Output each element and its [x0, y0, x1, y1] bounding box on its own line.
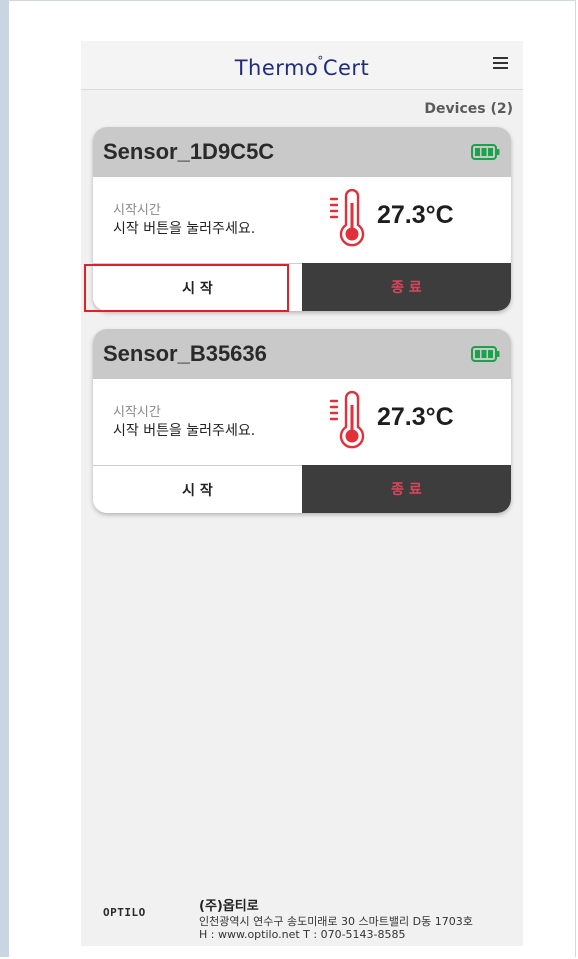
start-button[interactable]: 시 작 — [93, 465, 302, 513]
battery-full-icon — [471, 346, 500, 362]
app-bar: Thermo°Cert — [81, 41, 523, 90]
sensor-name: Sensor_1D9C5C — [103, 139, 275, 164]
screenshot-frame: Thermo°Cert Devices (2) Sensor_1D9C5C 시작… — [0, 0, 576, 957]
thermometer-icon — [329, 189, 365, 247]
start-time-value: 시작 버튼을 눌러주세요. — [113, 423, 256, 439]
temperature-value: 27.3°C — [377, 201, 454, 229]
device-card-header: Sensor_B35636 — [93, 329, 511, 379]
logo-text-thermo: Thermo — [234, 56, 319, 80]
app-screen: Thermo°Cert Devices (2) Sensor_1D9C5C 시작… — [81, 41, 523, 946]
optilo-logo: OPTILO — [103, 906, 146, 919]
device-card: Sensor_B35636 시작시간 시작 버튼을 눌러주세요. 27.3°C … — [93, 329, 511, 513]
thermocert-logo: Thermo°Cert — [81, 54, 523, 80]
stop-button[interactable]: 종 료 — [302, 263, 511, 311]
thermometer-icon — [329, 391, 365, 449]
start-button[interactable]: 시 작 — [93, 263, 302, 311]
company-address: 인천광역시 연수구 송도미래로 30 스마트밸리 D동 1703호 — [199, 915, 473, 928]
device-card: Sensor_1D9C5C 시작시간 시작 버튼을 눌러주세요. 27.3°C … — [93, 127, 511, 311]
battery-full-icon — [471, 144, 500, 160]
device-card-body: 시작시간 시작 버튼을 눌러주세요. 27.3°C — [93, 379, 511, 465]
temperature-value: 27.3°C — [377, 403, 454, 431]
hamburger-menu-icon[interactable] — [493, 55, 511, 71]
device-action-row: 시 작 종 료 — [93, 263, 511, 311]
device-card-header: Sensor_1D9C5C — [93, 127, 511, 177]
device-action-row: 시 작 종 료 — [93, 465, 511, 513]
start-time-caption: 시작시간 — [113, 203, 161, 218]
device-card-body: 시작시간 시작 버튼을 눌러주세요. 27.3°C — [93, 177, 511, 263]
company-name: (주)옵티로 — [199, 899, 259, 914]
devices-count: Devices (2) — [424, 101, 513, 117]
start-time-value: 시작 버튼을 눌러주세요. — [113, 221, 256, 237]
company-footer: OPTILO (주)옵티로 인천광역시 연수구 송도미래로 30 스마트밸리 D… — [81, 861, 523, 946]
logo-text-cert: Cert — [322, 56, 370, 80]
company-contact: H : www.optilo.net T : 070-5143-8585 — [199, 928, 406, 941]
start-time-caption: 시작시간 — [113, 405, 161, 420]
stop-button[interactable]: 종 료 — [302, 465, 511, 513]
sensor-name: Sensor_B35636 — [103, 341, 267, 366]
